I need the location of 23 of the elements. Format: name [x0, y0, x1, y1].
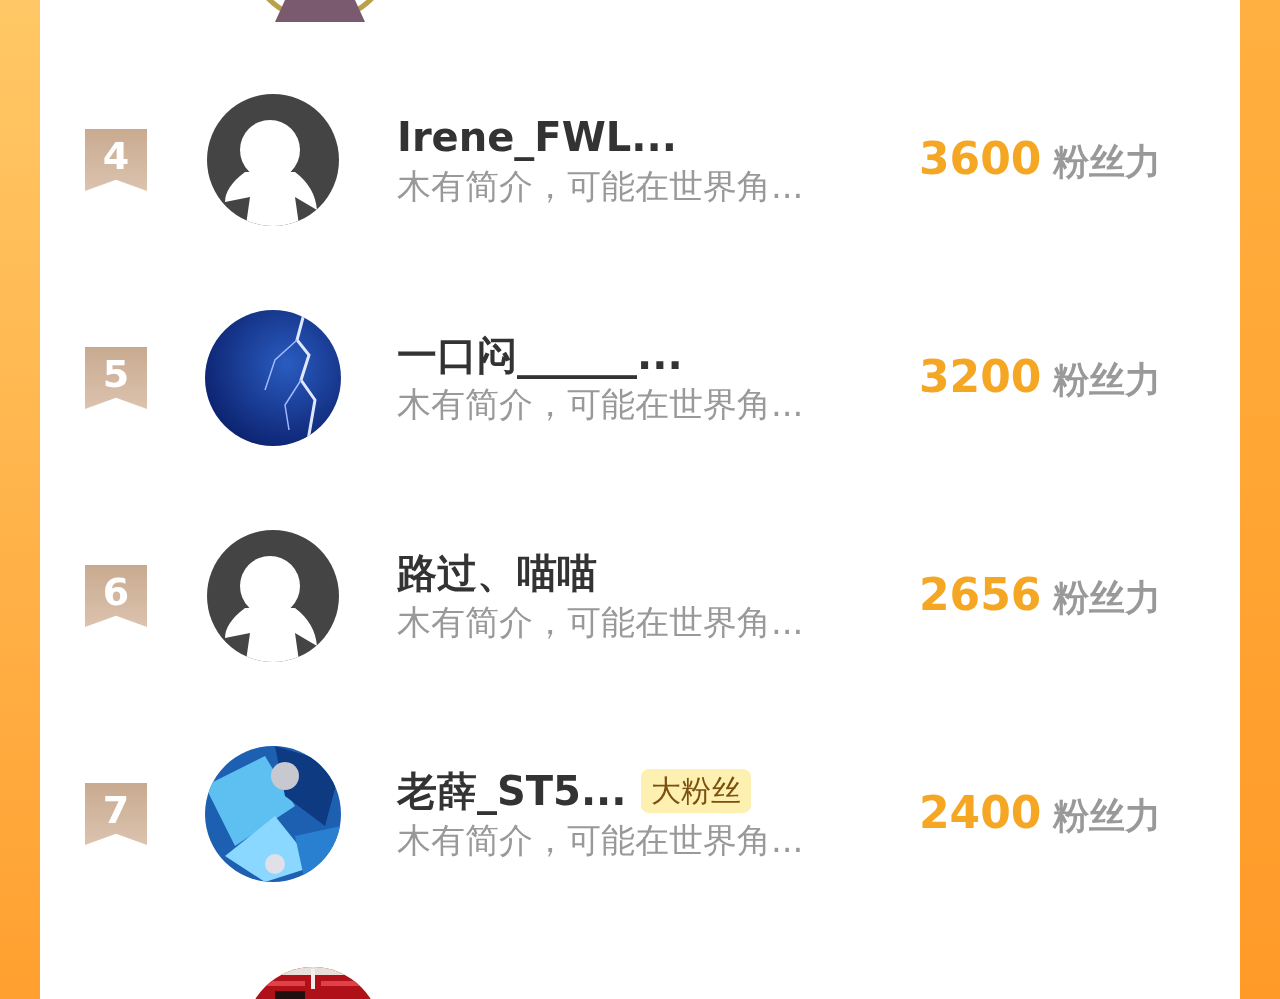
avatar-icon [205, 92, 341, 228]
user-intro: 木有简介，可能在世界角... [397, 165, 805, 208]
fan-score: 3600 [919, 133, 1042, 184]
user-name: 路过、喵喵 [397, 549, 597, 598]
user-name: 一口闷______... [397, 331, 683, 381]
user-name: 老薛_ST5... [397, 767, 627, 817]
user-intro: 木有简介，可能在世界角... [397, 601, 805, 644]
rank-badge: 5 [85, 347, 147, 409]
fan-score: 2400 [919, 787, 1042, 838]
user-intro: 木有简介，可能在世界角... [397, 383, 805, 426]
score-unit: 粉丝力 [1053, 140, 1162, 184]
fan-tag: 大粉丝 [640, 769, 751, 813]
rank-badge: 7 [85, 783, 147, 845]
rank-badge: 4 [85, 129, 147, 191]
fan-score: 3200 [919, 351, 1042, 402]
score-unit: 粉丝力 [1053, 576, 1162, 620]
avatar-icon [205, 528, 341, 664]
score-unit: 粉丝力 [1053, 358, 1162, 402]
fan-score: 2656 [919, 569, 1042, 620]
user-intro: 木有简介，可能在世界角... [397, 819, 805, 862]
score-unit: 粉丝力 [1053, 794, 1162, 838]
rank-badge: 6 [85, 565, 147, 627]
user-name: Irene_FWL... [397, 113, 677, 163]
